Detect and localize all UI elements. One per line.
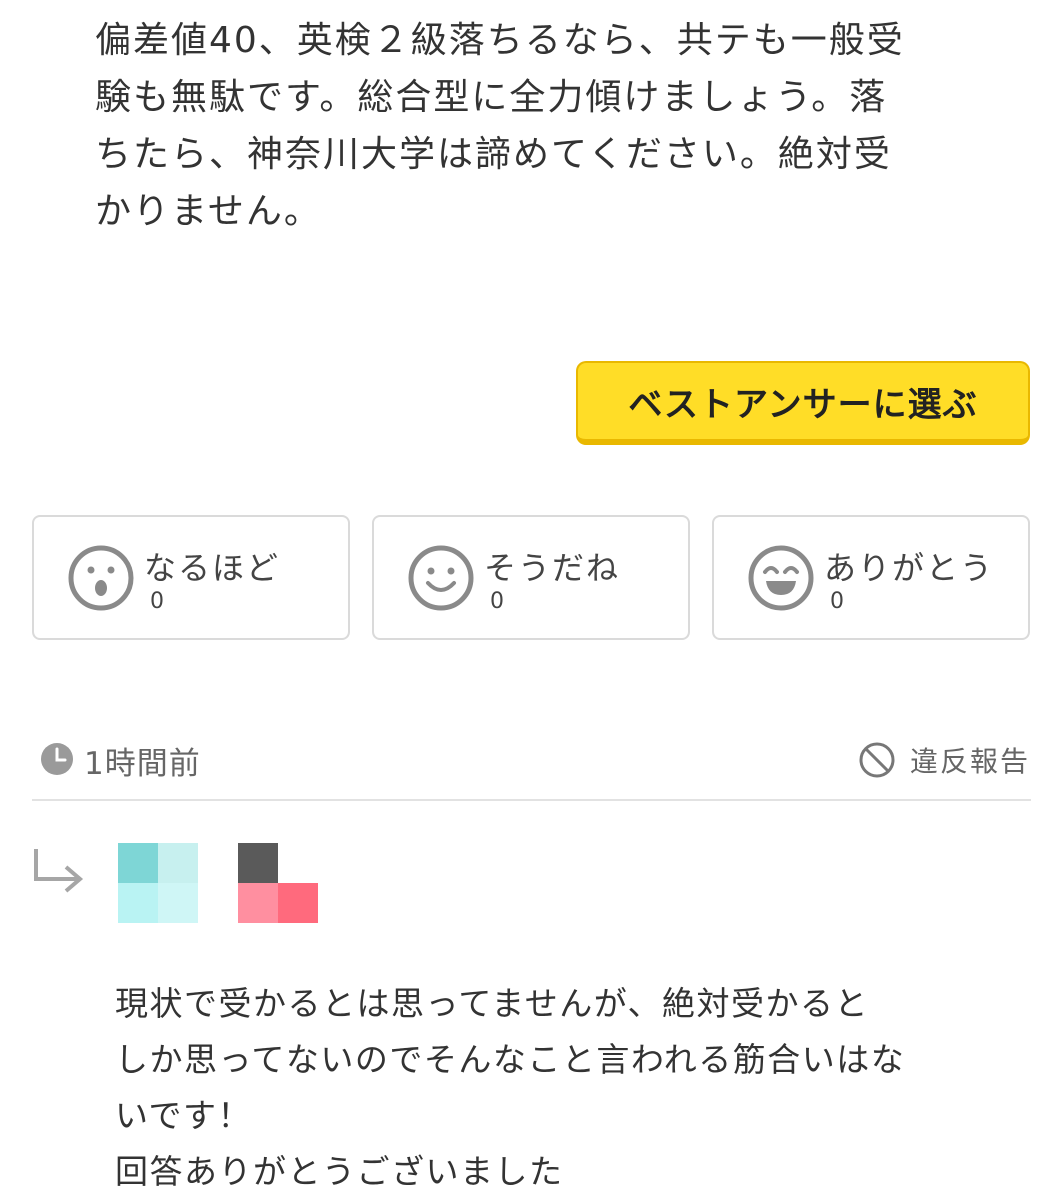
report-link[interactable]: 違反報告 xyxy=(858,738,1030,782)
reply-body: 現状で受かるとは思ってませんが、絶対受かると しか思ってないのでそんなこと言われ… xyxy=(115,976,1015,1200)
reaction-count: 0 xyxy=(830,589,844,614)
reaction-label: そうだね xyxy=(484,549,621,587)
smile-face-icon xyxy=(408,545,474,611)
reply-line: 回答ありがとうございました xyxy=(115,1152,564,1191)
ban-icon xyxy=(859,742,895,778)
reaction-count: 0 xyxy=(150,589,164,614)
reply-line: 現状で受かるとは思ってませんが、絶対受かると xyxy=(115,984,870,1023)
post-time: 1時間前 xyxy=(84,746,201,782)
reply-arrow-icon xyxy=(34,849,84,893)
reaction-label: なるほど xyxy=(144,549,281,587)
reply-line: しか思ってないのでそんなこと言われる筋合いはな xyxy=(115,1040,906,1079)
reaction-naruhodo-button[interactable]: なるほど 0 xyxy=(32,515,350,640)
laughing-face-icon xyxy=(748,545,814,611)
answer-line: かりません。 xyxy=(95,191,322,232)
reaction-soudane-button[interactable]: そうだね 0 xyxy=(372,515,690,640)
answer-meta: 1時間前 違反報告 xyxy=(40,732,1030,786)
report-label: 違反報告 xyxy=(909,745,1030,778)
avatar xyxy=(118,843,318,923)
reaction-arigatou-button[interactable]: ありがとう 0 xyxy=(712,515,1030,640)
surprised-face-icon xyxy=(68,545,134,611)
answer-line: 偏差値40、英検２級落ちるなら、共テも一般受 xyxy=(95,20,905,61)
best-answer-button[interactable]: ベストアンサーに選ぶ xyxy=(576,361,1030,445)
reply-line: いです！ xyxy=(115,1096,253,1135)
answer-line: 験も無駄です。総合型に全力傾けましょう。落 xyxy=(95,77,888,118)
reaction-count: 0 xyxy=(490,589,504,614)
reaction-buttons: なるほど 0 そうだね 0 ありがとう 0 xyxy=(32,515,1031,640)
reaction-label: ありがとう xyxy=(824,549,995,587)
clock-icon xyxy=(41,743,73,775)
answer-body: 偏差値40、英検２級落ちるなら、共テも一般受 験も無駄です。総合型に全力傾けまし… xyxy=(95,12,975,240)
divider xyxy=(32,799,1031,801)
answer-line: ちたら、神奈川大学は諦めてください。絶対受 xyxy=(95,134,892,175)
